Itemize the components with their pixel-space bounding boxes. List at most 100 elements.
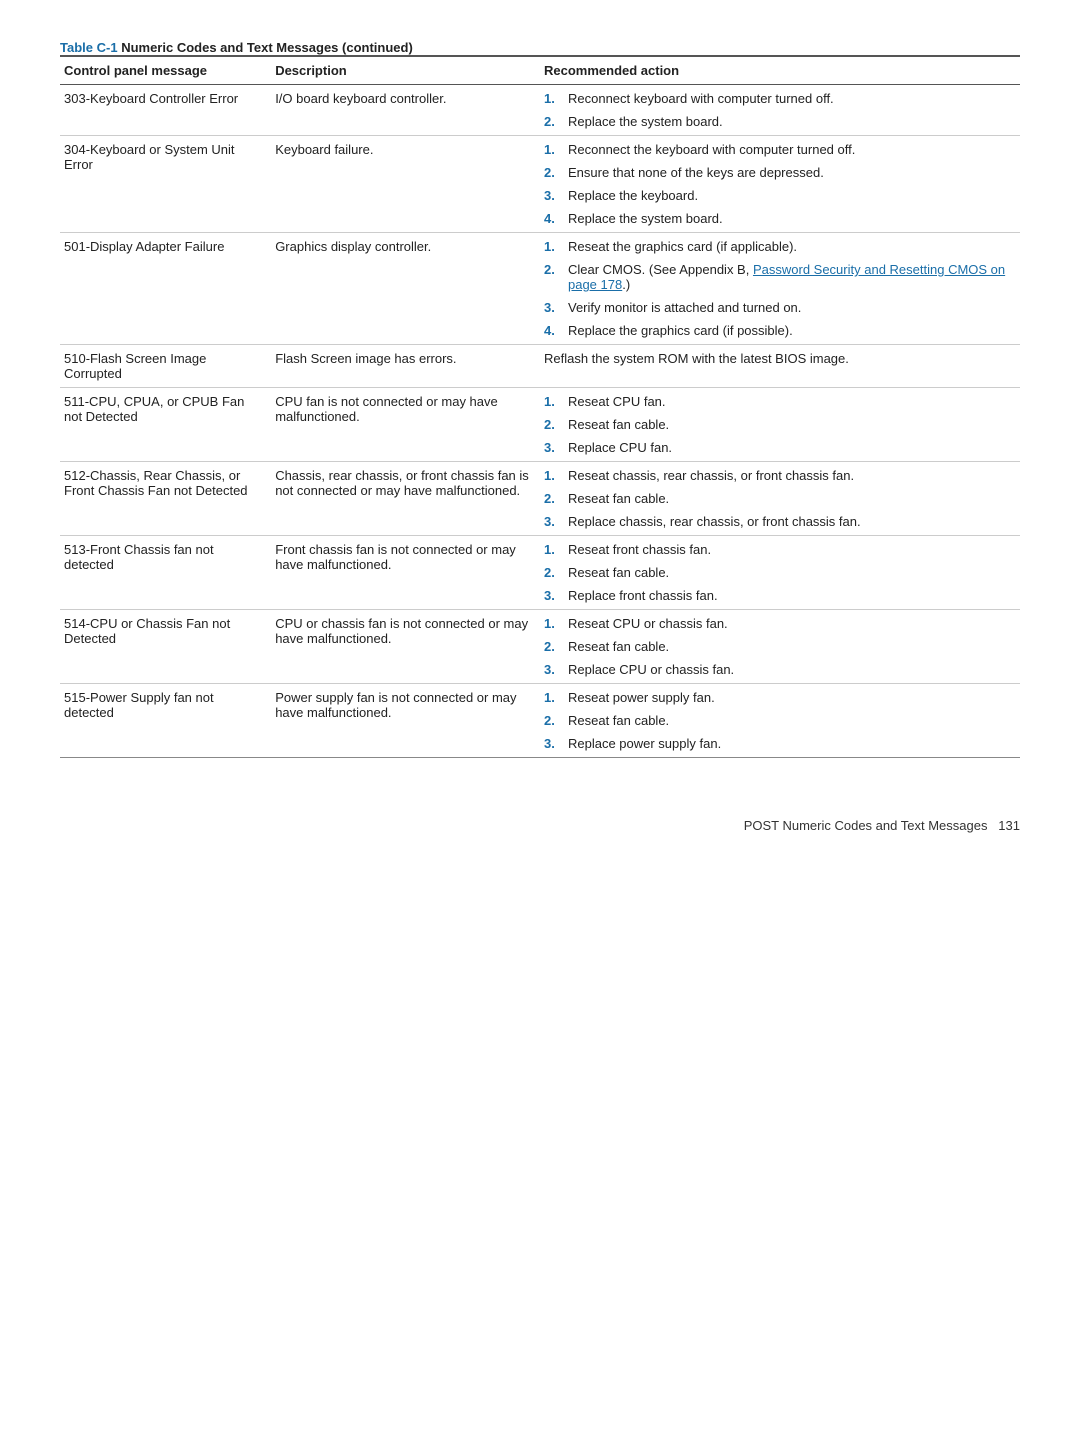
action-number: 2.	[544, 262, 564, 277]
action-number: 3.	[544, 440, 564, 455]
action-text: Reseat fan cable.	[568, 565, 1012, 580]
action-text: Reseat CPU fan.	[568, 394, 1012, 409]
table-row: 513-Front Chassis fan not detectedFront …	[60, 536, 1020, 610]
action-item: 3. Replace chassis, rear chassis, or fron…	[544, 514, 1012, 529]
action-number: 4.	[544, 323, 564, 338]
action-item: 3. Replace the keyboard.	[544, 188, 1012, 203]
cell-action: 1. Reconnect keyboard with computer turne…	[540, 85, 1020, 136]
cell-description: Graphics display controller.	[271, 233, 540, 345]
action-item: 1.Reseat front chassis fan.	[544, 542, 1012, 557]
cell-description: I/O board keyboard controller.	[271, 85, 540, 136]
main-table: Control panel message Description Recomm…	[60, 55, 1020, 758]
action-text: Reseat fan cable.	[568, 639, 1012, 654]
action-number: 1.	[544, 542, 564, 557]
header-control: Control panel message	[60, 56, 271, 85]
action-number: 3.	[544, 300, 564, 315]
cell-action: 1. Reseat CPU or chassis fan. 2.Reseat fan…	[540, 610, 1020, 684]
cell-description: Chassis, rear chassis, or front chassis …	[271, 462, 540, 536]
action-number: 3.	[544, 736, 564, 751]
action-item: 2.Reseat fan cable.	[544, 639, 1012, 654]
action-text: Reseat power supply fan.	[568, 690, 1012, 705]
action-item: 3.Replace power supply fan.	[544, 736, 1012, 751]
cell-action: Reflash the system ROM with the latest B…	[540, 345, 1020, 388]
cell-description: Flash Screen image has errors.	[271, 345, 540, 388]
action-text: Replace CPU fan.	[568, 440, 1012, 455]
cell-description: CPU or chassis fan is not connected or m…	[271, 610, 540, 684]
action-item: 4. Replace the graphics card (if possible…	[544, 323, 1012, 338]
action-number: 1.	[544, 468, 564, 483]
action-item: 1. Reseat CPU or chassis fan.	[544, 616, 1012, 631]
action-number: 2.	[544, 165, 564, 180]
action-text: Replace chassis, rear chassis, or front …	[568, 514, 1012, 529]
action-item: 1. Reseat chassis, rear chassis, or front…	[544, 468, 1012, 483]
action-item: 3. Verify monitor is attached and turned …	[544, 300, 1012, 315]
cell-action: 1.Reseat front chassis fan. 2. Reseat fan …	[540, 536, 1020, 610]
cell-control: 501-Display Adapter Failure	[60, 233, 271, 345]
table-row: 304-Keyboard or System Unit ErrorKeyboar…	[60, 136, 1020, 233]
action-number: 1.	[544, 91, 564, 106]
action-text: Replace the keyboard.	[568, 188, 1012, 203]
cell-description: Keyboard failure.	[271, 136, 540, 233]
cell-control: 515-Power Supply fan not detected	[60, 684, 271, 758]
action-text: Reseat chassis, rear chassis, or front c…	[568, 468, 1012, 483]
table-row: 303-Keyboard Controller ErrorI/O board k…	[60, 85, 1020, 136]
action-text: Reseat fan cable.	[568, 713, 1012, 728]
cell-action: 1.Reconnect the keyboard with computer t…	[540, 136, 1020, 233]
action-number: 3.	[544, 588, 564, 603]
action-text: Replace the graphics card (if possible).	[568, 323, 1012, 338]
page-footer: POST Numeric Codes and Text Messages 131	[60, 818, 1020, 833]
table-row: 511-CPU, CPUA, or CPUB Fan not DetectedC…	[60, 388, 1020, 462]
table-header-row: Control panel message Description Recomm…	[60, 56, 1020, 85]
action-number: 3.	[544, 514, 564, 529]
action-text: Reseat fan cable.	[568, 491, 1012, 506]
cell-control: 510-Flash Screen Image Corrupted	[60, 345, 271, 388]
action-number: 2.	[544, 417, 564, 432]
action-number: 3.	[544, 188, 564, 203]
action-text: Reconnect keyboard with computer turned …	[568, 91, 1012, 106]
footer-label: POST Numeric Codes and Text Messages	[744, 818, 988, 833]
action-number: 3.	[544, 662, 564, 677]
action-item: 2. Reseat fan cable.	[544, 565, 1012, 580]
action-text: Verify monitor is attached and turned on…	[568, 300, 1012, 315]
cell-action: 1.Reseat the graphics card (if applicabl…	[540, 233, 1020, 345]
cell-description: Power supply fan is not connected or may…	[271, 684, 540, 758]
action-number: 1.	[544, 142, 564, 157]
action-item: 2. Replace the system board.	[544, 114, 1012, 129]
table-row: 514-CPU or Chassis Fan not DetectedCPU o…	[60, 610, 1020, 684]
action-text: Reseat CPU or chassis fan.	[568, 616, 1012, 631]
cell-action: 1.Reseat CPU fan. 2. Reseat fan cable. 3. Re…	[540, 388, 1020, 462]
action-item: 2.Ensure that none of the keys are depre…	[544, 165, 1012, 180]
table-title: Table C-1 Numeric Codes and Text Message…	[60, 40, 1020, 55]
action-number: 2.	[544, 114, 564, 129]
action-item: 4.Replace the system board.	[544, 211, 1012, 226]
action-number: 1.	[544, 690, 564, 705]
action-item: 1.Reseat CPU fan.	[544, 394, 1012, 409]
action-item: 2. Reseat fan cable.	[544, 491, 1012, 506]
cell-control: 512-Chassis, Rear Chassis, or Front Chas…	[60, 462, 271, 536]
action-text: Reseat fan cable.	[568, 417, 1012, 432]
action-text: Clear CMOS. (See Appendix B, Password Se…	[568, 262, 1012, 292]
action-text: Replace the system board.	[568, 211, 1012, 226]
action-number: 1.	[544, 616, 564, 631]
action-number: 2.	[544, 565, 564, 580]
action-item: 1. Reconnect keyboard with computer turne…	[544, 91, 1012, 106]
footer-text: POST Numeric Codes and Text Messages 131	[744, 818, 1020, 833]
table-row: 501-Display Adapter FailureGraphics disp…	[60, 233, 1020, 345]
action-text: Replace the system board.	[568, 114, 1012, 129]
table-row: 510-Flash Screen Image CorruptedFlash Sc…	[60, 345, 1020, 388]
cell-description: Front chassis fan is not connected or ma…	[271, 536, 540, 610]
cell-control: 513-Front Chassis fan not detected	[60, 536, 271, 610]
action-item: 2. Clear CMOS. (See Appendix B, Password …	[544, 262, 1012, 292]
cell-control: 514-CPU or Chassis Fan not Detected	[60, 610, 271, 684]
header-action: Recommended action	[540, 56, 1020, 85]
action-item: 2. Reseat fan cable.	[544, 713, 1012, 728]
table-row: 512-Chassis, Rear Chassis, or Front Chas…	[60, 462, 1020, 536]
action-text: Replace CPU or chassis fan.	[568, 662, 1012, 677]
action-link[interactable]: Password Security and Resetting CMOS on …	[568, 262, 1005, 292]
action-text: Replace front chassis fan.	[568, 588, 1012, 603]
action-number: 2.	[544, 713, 564, 728]
action-number: 2.	[544, 491, 564, 506]
cell-description: CPU fan is not connected or may have mal…	[271, 388, 540, 462]
cell-control: 511-CPU, CPUA, or CPUB Fan not Detected	[60, 388, 271, 462]
action-item: 3. Replace CPU fan.	[544, 440, 1012, 455]
